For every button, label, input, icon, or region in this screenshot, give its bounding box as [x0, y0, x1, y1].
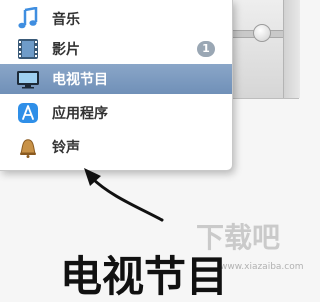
watermark-logo: 下载吧 — [196, 221, 281, 254]
watermark-url: www.xiazaiba.com — [220, 262, 304, 272]
page-title: 电视节目 — [60, 252, 229, 301]
